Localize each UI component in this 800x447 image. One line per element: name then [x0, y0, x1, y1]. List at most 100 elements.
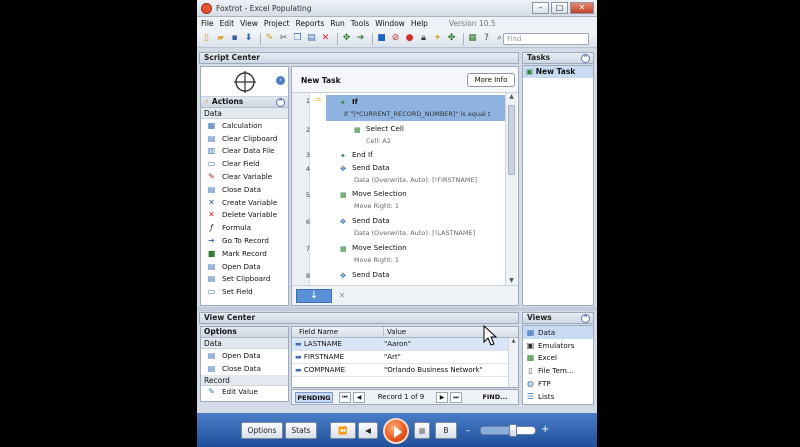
help-question-icon[interactable]: ?	[481, 33, 492, 44]
option-open-data[interactable]: ▤ Open Data	[201, 349, 288, 362]
grid-scrollbar[interactable]: ▲	[508, 338, 518, 387]
action-create-variable[interactable]: ✕ Create Variable	[201, 196, 288, 209]
menu-run[interactable]: Run	[327, 19, 347, 28]
step-select-cell-title[interactable]: ▦ Select Cell	[354, 124, 404, 134]
edit-pencil-icon[interactable]: ✎	[264, 33, 275, 44]
view-item-emulators[interactable]: ▣ Emulators	[523, 339, 593, 352]
delete-icon[interactable]: ✕	[320, 33, 331, 44]
blue-square-icon[interactable]: ■	[376, 33, 387, 44]
b-button[interactable]: B	[435, 422, 457, 439]
menu-project[interactable]: Project	[261, 19, 293, 28]
scroll-up-icon[interactable]: ▲	[506, 93, 517, 100]
menu-reports[interactable]: Reports	[293, 19, 328, 28]
record-icon[interactable]: ●	[404, 33, 415, 44]
action-clear-data-file[interactable]: ▥ Clear Data File	[201, 145, 288, 158]
stop-button[interactable]: ■	[414, 422, 430, 439]
view-item-excel[interactable]: ▦ Excel	[523, 352, 593, 365]
insert-down-button[interactable]: ↓	[296, 289, 332, 303]
table-row[interactable]: ▬ FIRSTNAME "Art"	[292, 351, 518, 364]
action-mark-record[interactable]: ■ Mark Record	[201, 247, 288, 260]
action-clear-clipboard[interactable]: ▤ Clear Clipboard	[201, 132, 288, 145]
stop-icon[interactable]: ⊘	[390, 33, 401, 44]
remove-step-button[interactable]: ✕	[334, 289, 350, 303]
menu-tools[interactable]: Tools	[348, 19, 372, 28]
pending-button[interactable]: PENDING	[295, 392, 333, 403]
search-input[interactable]: Find	[503, 33, 589, 45]
panel-splitter[interactable]	[197, 307, 597, 311]
action-set-clipboard[interactable]: ▤ Set Clipboard	[201, 273, 288, 286]
collapse-tasks-icon[interactable]: ⌃	[581, 54, 590, 63]
crosshair-target-icon[interactable]	[234, 71, 256, 93]
find-button[interactable]: FIND...	[475, 392, 515, 403]
view-item-lists[interactable]: ☰ Lists	[523, 390, 593, 403]
action-set-field[interactable]: ▭ Set Field	[201, 285, 288, 298]
target-drag-area[interactable]: ›	[201, 67, 288, 97]
close-button[interactable]: ✕	[570, 2, 594, 14]
column-value[interactable]: Value	[384, 327, 518, 337]
copy-icon[interactable]: ❐	[292, 33, 303, 44]
more-info-button[interactable]: More Info	[467, 73, 515, 87]
view-item-ftp[interactable]: ◍ FTP	[523, 377, 593, 390]
step-send-data-title[interactable]: ✥ Send Data	[340, 216, 390, 226]
step-icon[interactable]: ✥	[341, 33, 352, 44]
collapse-actions-icon[interactable]: ⌃	[276, 98, 285, 107]
step-send-data-title[interactable]: ✥ Send Data	[340, 270, 390, 280]
value-cell[interactable]: "Art"	[384, 351, 518, 363]
new-file-icon[interactable]: ▯	[201, 33, 212, 44]
menu-window[interactable]: Window	[372, 19, 408, 28]
play-button[interactable]	[383, 418, 409, 444]
action-clear-field[interactable]: ▭ Clear Field	[201, 157, 288, 170]
options-section-header[interactable]: Options	[201, 327, 288, 338]
table-row[interactable]: ▬ COMPNAME "Orlando Business Network"	[292, 364, 518, 377]
task-item-new-task[interactable]: ▣ New Task	[523, 66, 593, 78]
expand-arrow-icon[interactable]: ›	[276, 76, 285, 85]
spreadsheet-icon[interactable]: ▦	[467, 33, 478, 44]
menu-help[interactable]: Help	[408, 19, 431, 28]
step-end-if-title[interactable]: ✦ End If	[340, 150, 373, 161]
speed-slider-thumb[interactable]	[509, 424, 518, 437]
menu-edit[interactable]: Edit	[217, 19, 238, 28]
last-record-icon[interactable]: ⏭	[450, 392, 462, 403]
previous-record-icon[interactable]: ◀	[353, 392, 365, 403]
options-category-data[interactable]: Data	[201, 338, 288, 349]
column-field-name[interactable]: Field Name	[292, 327, 384, 337]
first-record-icon[interactable]: ⏮	[339, 392, 351, 403]
cut-icon[interactable]: ✂	[278, 33, 289, 44]
action-open-data[interactable]: ▤ Open Data	[201, 260, 288, 273]
scroll-down-icon[interactable]: ▼	[506, 277, 517, 284]
target-icon[interactable]: ✤	[446, 33, 457, 44]
view-item-file-templates[interactable]: ▯ File Tem...	[523, 364, 593, 377]
step-send-data-title[interactable]: ✥ Send Data	[340, 163, 390, 173]
open-folder-icon[interactable]: ▰	[215, 33, 226, 44]
download-icon[interactable]: ⬇	[243, 33, 254, 44]
option-close-data[interactable]: ▤ Close Data	[201, 362, 288, 375]
action-clear-variable[interactable]: ✎ Clear Variable	[201, 170, 288, 183]
stats-button[interactable]: Stats	[285, 422, 317, 439]
next-record-icon[interactable]: ▶	[436, 392, 448, 403]
task-scrollbar[interactable]: ▲ ▼	[505, 93, 517, 285]
value-cell[interactable]: "Orlando Business Network"	[384, 364, 518, 376]
options-button[interactable]: Options	[241, 422, 283, 439]
action-go-to-record[interactable]: ➔ Go To Record	[201, 234, 288, 247]
action-calculation[interactable]: ▦ Calculation	[201, 119, 288, 132]
scrollbar-thumb[interactable]	[508, 105, 515, 175]
paste-icon[interactable]: ▤	[306, 33, 317, 44]
speed-slider[interactable]	[480, 424, 536, 437]
action-formula[interactable]: ƒ Formula	[201, 221, 288, 234]
lightbulb-icon[interactable]: ✦	[432, 33, 443, 44]
maximize-button[interactable]: □	[551, 2, 568, 14]
option-edit-value[interactable]: ✎ Edit Value	[201, 386, 288, 399]
step-move-selection-title[interactable]: ▦ Move Selection	[340, 189, 407, 199]
category-data[interactable]: Data	[201, 108, 288, 119]
step-if-title[interactable]: ✦ If	[340, 97, 358, 108]
rewind-button[interactable]: ⏪	[330, 422, 356, 439]
options-category-record[interactable]: Record	[201, 374, 288, 386]
collapse-views-icon[interactable]: ⌃	[581, 314, 590, 323]
value-cell[interactable]: "Aaron"	[384, 338, 518, 350]
view-item-data[interactable]: ▦ Data	[523, 326, 593, 339]
menu-view[interactable]: View	[237, 19, 261, 28]
action-close-data[interactable]: ▤ Close Data	[201, 183, 288, 196]
minimize-button[interactable]: –	[532, 2, 549, 14]
step-move-selection-title[interactable]: ▦ Move Selection	[340, 243, 407, 253]
menu-file[interactable]: File	[197, 19, 217, 28]
